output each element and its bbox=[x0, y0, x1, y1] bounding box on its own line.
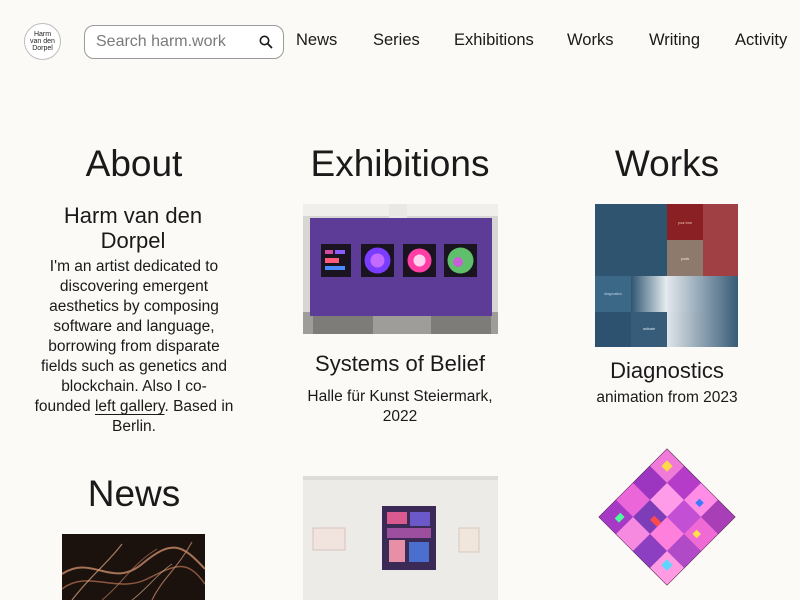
works-image[interactable]: your love pools diagnostics activate bbox=[595, 204, 738, 347]
logo-line-1: Harm bbox=[33, 31, 52, 38]
news-image[interactable] bbox=[62, 534, 205, 600]
exhibition-image[interactable] bbox=[303, 204, 498, 334]
site-logo[interactable]: Harm van den Dorpel bbox=[24, 23, 61, 60]
search-icon[interactable] bbox=[258, 34, 274, 50]
nav-activity[interactable]: Activity bbox=[735, 31, 787, 50]
news-image-art bbox=[62, 534, 205, 600]
exhibition-image-art bbox=[303, 204, 498, 334]
about-heading[interactable]: About bbox=[34, 143, 234, 185]
exhibitions-heading[interactable]: Exhibitions bbox=[290, 143, 510, 185]
works-title[interactable]: Diagnostics bbox=[567, 358, 767, 383]
exhibition-image-2-art bbox=[303, 476, 498, 600]
works-thumb-text-2: pools bbox=[681, 257, 690, 261]
works-image-2-art bbox=[598, 448, 736, 586]
about-bio-text: I'm an artist dedicated to discovering e… bbox=[34, 258, 228, 415]
search-box[interactable] bbox=[84, 25, 284, 59]
exhibition-subtitle: Halle für Kunst Steiermark, 2022 bbox=[307, 388, 493, 425]
nav-works[interactable]: Works bbox=[567, 31, 613, 50]
exhibition-image-2[interactable] bbox=[303, 476, 498, 600]
nav-writing[interactable]: Writing bbox=[649, 31, 700, 50]
nav-exhibitions[interactable]: Exhibitions bbox=[454, 31, 534, 50]
works-thumb-text-1: your love bbox=[678, 221, 692, 225]
nav-series[interactable]: Series bbox=[373, 31, 420, 50]
logo-line-2: van den bbox=[30, 38, 55, 45]
works-image-2[interactable] bbox=[598, 448, 736, 586]
about-name: Harm van den Dorpel bbox=[63, 203, 203, 253]
news-heading[interactable]: News bbox=[34, 473, 234, 515]
works-thumb-text-3: diagnostics bbox=[604, 292, 622, 296]
site-header: Harm van den Dorpel News Series Exhibiti… bbox=[0, 0, 800, 84]
works-image-art: your love pools diagnostics activate bbox=[595, 204, 738, 347]
works-thumb-text-4: activate bbox=[643, 327, 655, 331]
exhibition-title[interactable]: Systems of Belief bbox=[290, 351, 510, 376]
nav-news[interactable]: News bbox=[296, 31, 337, 50]
search-input[interactable] bbox=[96, 32, 256, 52]
works-heading[interactable]: Works bbox=[567, 143, 767, 185]
logo-line-3: Dorpel bbox=[32, 45, 53, 52]
works-subtitle: animation from 2023 bbox=[596, 389, 738, 406]
about-bio: I'm an artist dedicated to discovering e… bbox=[34, 257, 234, 437]
left-gallery-link[interactable]: left gallery bbox=[95, 398, 165, 415]
